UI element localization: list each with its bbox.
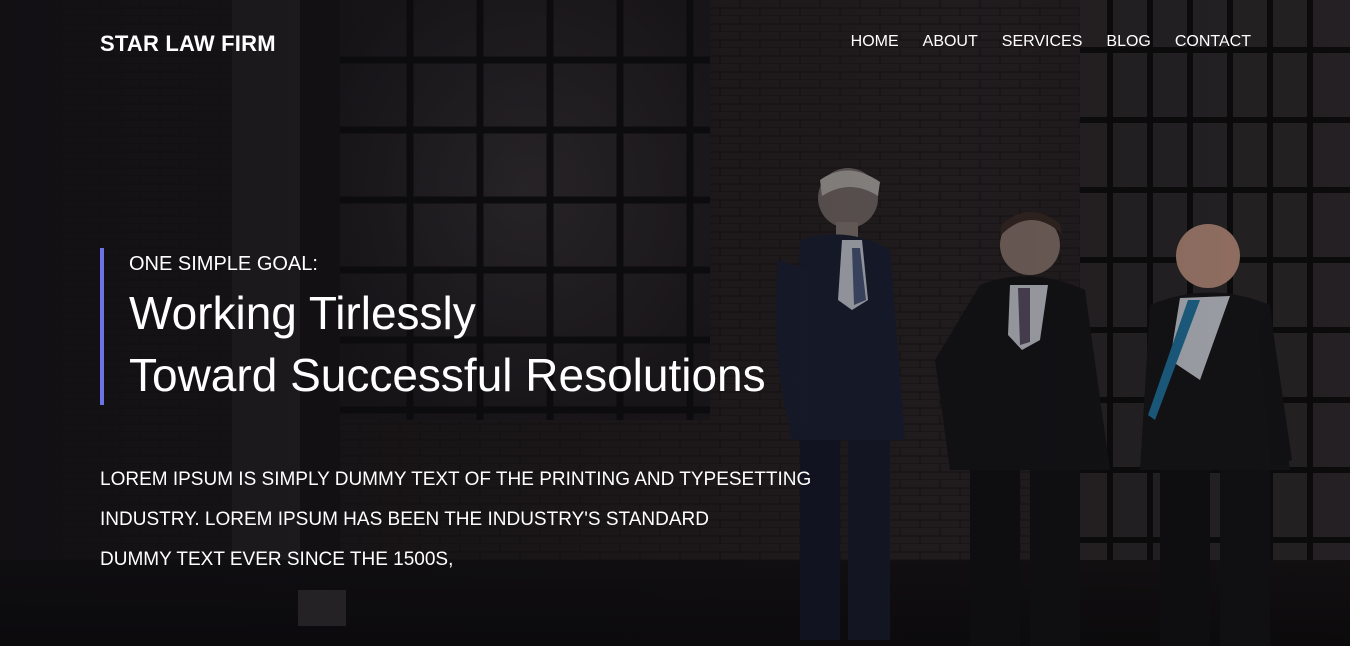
hero-headline-block: ONE SIMPLE GOAL: Working Tirlessly Towar…	[100, 248, 880, 405]
nav-link-contact[interactable]: CONTACT	[1175, 33, 1251, 51]
nav-link-services[interactable]: SERVICES	[1002, 33, 1083, 51]
nav-link-blog[interactable]: BLOG	[1106, 33, 1150, 51]
brand-logo[interactable]: STAR LAW FIRM	[100, 31, 276, 57]
hero-headline-line-2: Toward Successful Resolutions	[129, 349, 766, 401]
hero-kicker: ONE SIMPLE GOAL:	[129, 253, 318, 275]
hero-headline: Working Tirlessly Toward Successful Reso…	[129, 282, 880, 406]
hero-body-text: LOREM IPSUM IS SIMPLY DUMMY TEXT OF THE …	[100, 460, 880, 580]
hero-body-line-1: LOREM IPSUM IS SIMPLY DUMMY TEXT OF THE …	[100, 469, 812, 490]
hero-body-line-3: DUMMY TEXT EVER SINCE THE 1500S,	[100, 549, 454, 570]
nav-link-home[interactable]: HOME	[851, 33, 899, 51]
main-nav: HOME ABOUT SERVICES BLOG CONTACT	[827, 33, 1251, 51]
nav-link-about[interactable]: ABOUT	[923, 33, 978, 51]
hero-headline-line-1: Working Tirlessly	[129, 287, 476, 339]
hero-body-line-2: INDUSTRY. LOREM IPSUM HAS BEEN THE INDUS…	[100, 509, 709, 530]
